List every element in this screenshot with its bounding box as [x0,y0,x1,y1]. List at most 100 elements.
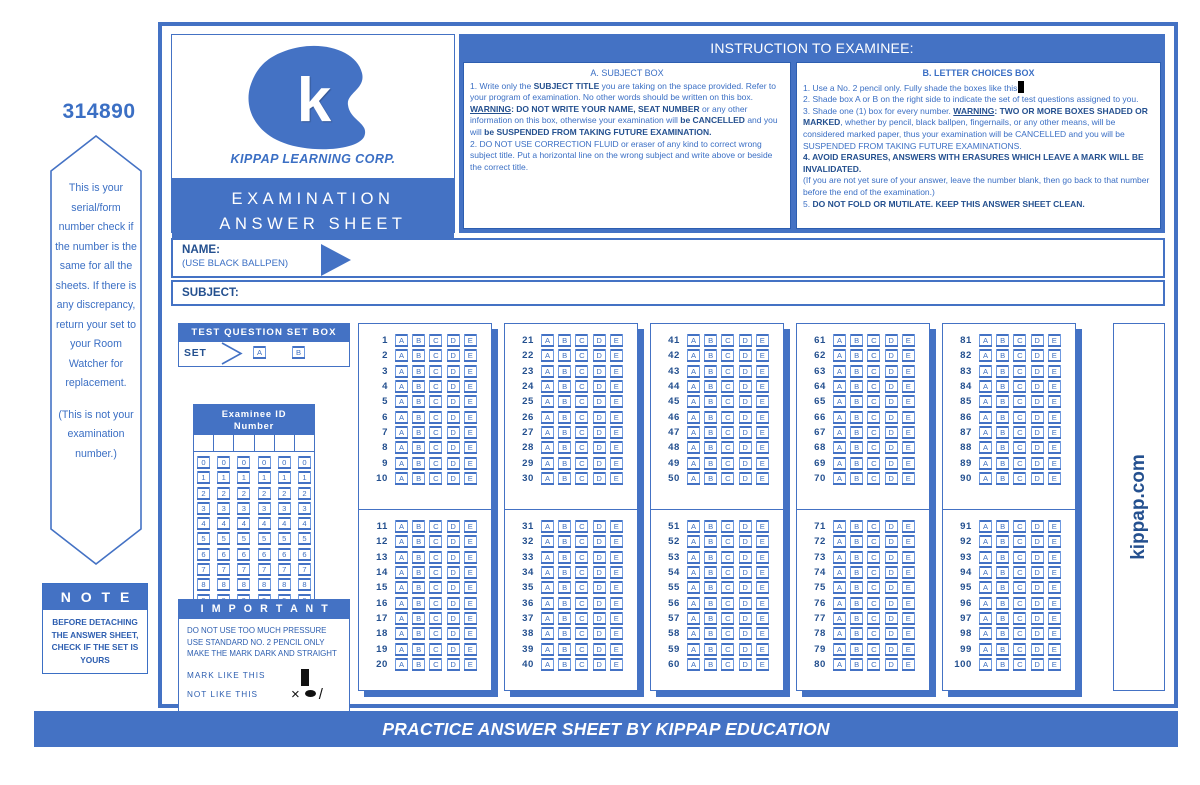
answer-bubble-87-E[interactable]: E [1047,425,1061,439]
answer-bubble-54-D[interactable]: D [738,566,752,580]
answer-row[interactable]: 9ABCDE [369,455,491,470]
answer-bubble-76-C[interactable]: C [867,596,881,610]
answer-bubble-58-D[interactable]: D [738,627,752,641]
answer-bubble-94-C[interactable]: C [1013,566,1027,580]
examinee-id-bubble-2[interactable]: 2 [197,486,210,500]
answer-row[interactable]: 50 A B C D E [661,471,783,486]
answer-row[interactable]: 77 A B C D E [807,611,929,626]
answer-bubble-66-A[interactable]: A [833,410,846,424]
answer-bubble-17-A[interactable]: A [395,611,408,625]
answer-bubble-34-E[interactable]: E [609,566,623,580]
answer-row[interactable]: 54 A B C D E [661,565,783,580]
answer-bubble-9-B[interactable]: B [412,456,426,470]
answer-bubble-69-B[interactable]: B [850,456,864,470]
answer-bubble-52-C[interactable]: C [721,535,735,549]
answer-bubble-3-A[interactable]: A [395,364,408,378]
examinee-id-bubble-6[interactable]: 6 [257,547,271,561]
answer-bubble-4-B[interactable]: B [412,380,426,394]
answer-row[interactable]: 39 A B C D E [515,641,637,656]
examinee-id-bubble-grid[interactable]: 0123456789012345678901234567890123456789… [194,451,314,611]
answer-bubble-63-C[interactable]: C [867,364,881,378]
answer-bubble-16-A[interactable]: A [395,596,408,610]
answer-row[interactable]: 21 A B C D E [515,333,637,348]
answer-bubble-82-D[interactable]: D [1030,349,1044,363]
answer-bubble-50-A[interactable]: A [687,471,700,485]
answer-bubble-73-E[interactable]: E [901,550,915,564]
answer-bubble-3-E[interactable]: E [463,364,477,378]
answer-bubble-7-C[interactable]: C [429,425,443,439]
answer-bubble-30-C[interactable]: C [575,471,589,485]
answer-bubble-96-D[interactable]: D [1030,596,1044,610]
answer-bubble-53-D[interactable]: D [738,550,752,564]
answer-bubble-55-B[interactable]: B [704,581,718,595]
answer-bubble-71-D[interactable]: D [884,520,898,534]
answer-bubble-27-C[interactable]: C [575,425,589,439]
answer-bubble-89-E[interactable]: E [1047,456,1061,470]
answer-bubble-65-A[interactable]: A [833,395,846,409]
answer-bubble-71-E[interactable]: E [901,520,915,534]
answer-row[interactable]: 69 A B C D E [807,455,929,470]
answer-bubble-41-E[interactable]: E [755,334,769,348]
examinee-id-bubble-3[interactable]: 3 [297,501,311,515]
answer-bubble-97-B[interactable]: B [996,611,1010,625]
answer-bubble-9-D[interactable]: D [446,456,460,470]
answer-bubble-54-A[interactable]: A [687,566,700,580]
answer-bubble-78-B[interactable]: B [850,627,864,641]
answer-bubble-2-B[interactable]: B [412,349,426,363]
answer-bubble-33-A[interactable]: A [541,550,554,564]
answer-bubble-87-C[interactable]: C [1013,425,1027,439]
answer-row[interactable]: 60 A B C D E [661,657,783,672]
answer-bubble-71-A[interactable]: A [833,520,846,534]
answer-bubble-6-C[interactable]: C [429,410,443,424]
answer-bubble-1-A[interactable]: A [395,334,408,348]
examinee-id-bubble-2[interactable]: 2 [297,486,311,500]
answer-row[interactable]: 17 A B C D E [369,611,491,626]
answer-bubble-65-E[interactable]: E [901,395,915,409]
answer-bubble-96-E[interactable]: E [1047,596,1061,610]
answer-bubble-61-D[interactable]: D [884,334,898,348]
answer-bubble-5-D[interactable]: D [446,395,460,409]
answer-bubble-89-B[interactable]: B [996,456,1010,470]
answer-bubble-23-A[interactable]: A [541,364,554,378]
answer-bubble-74-B[interactable]: B [850,566,864,580]
examinee-id-bubble-1[interactable]: 1 [237,471,251,485]
answer-bubble-95-E[interactable]: E [1047,581,1061,595]
answer-bubble-7-E[interactable]: E [463,425,477,439]
answer-row[interactable]: 86 A B C D E [953,409,1075,424]
examinee-id-bubble-7[interactable]: 7 [297,563,311,577]
answer-bubble-64-D[interactable]: D [884,380,898,394]
answer-bubble-32-A[interactable]: A [541,535,554,549]
answer-bubble-32-C[interactable]: C [575,535,589,549]
answer-bubble-43-B[interactable]: B [704,364,718,378]
answer-bubble-61-E[interactable]: E [901,334,915,348]
answer-bubble-62-B[interactable]: B [850,349,864,363]
answer-bubble-11-D[interactable]: D [446,520,460,534]
answer-row[interactable]: 47 A B C D E [661,425,783,440]
examinee-id-bubble-7[interactable]: 7 [217,563,231,577]
answer-row[interactable]: 2ABCDE [369,348,491,363]
answer-bubble-84-B[interactable]: B [996,380,1010,394]
answer-bubble-35-A[interactable]: A [541,581,554,595]
answer-bubble-91-A[interactable]: A [979,520,992,534]
answer-bubble-4-C[interactable]: C [429,380,443,394]
answer-bubble-98-E[interactable]: E [1047,627,1061,641]
answer-bubble-46-E[interactable]: E [755,410,769,424]
answer-bubble-84-D[interactable]: D [1030,380,1044,394]
answer-bubble-40-B[interactable]: B [558,657,572,671]
answer-bubble-21-B[interactable]: B [558,334,572,348]
answer-row[interactable]: 5ABCDE [369,394,491,409]
examinee-id-bubble-0[interactable]: 0 [197,456,210,469]
answer-row[interactable]: 15 A B C D E [369,580,491,595]
answer-bubble-61-B[interactable]: B [850,334,864,348]
answer-bubble-64-B[interactable]: B [850,380,864,394]
answer-bubble-27-D[interactable]: D [592,425,606,439]
answer-bubble-95-B[interactable]: B [996,581,1010,595]
answer-bubble-67-E[interactable]: E [901,425,915,439]
examinee-id-bubble-7[interactable]: 7 [237,563,251,577]
examinee-id-bubble-5[interactable]: 5 [237,532,251,546]
answer-bubble-88-C[interactable]: C [1013,441,1027,455]
answer-row[interactable]: 89 A B C D E [953,455,1075,470]
answer-bubble-1-B[interactable]: B [412,334,426,348]
answer-bubble-97-A[interactable]: A [979,611,992,625]
answer-bubble-34-A[interactable]: A [541,566,554,580]
